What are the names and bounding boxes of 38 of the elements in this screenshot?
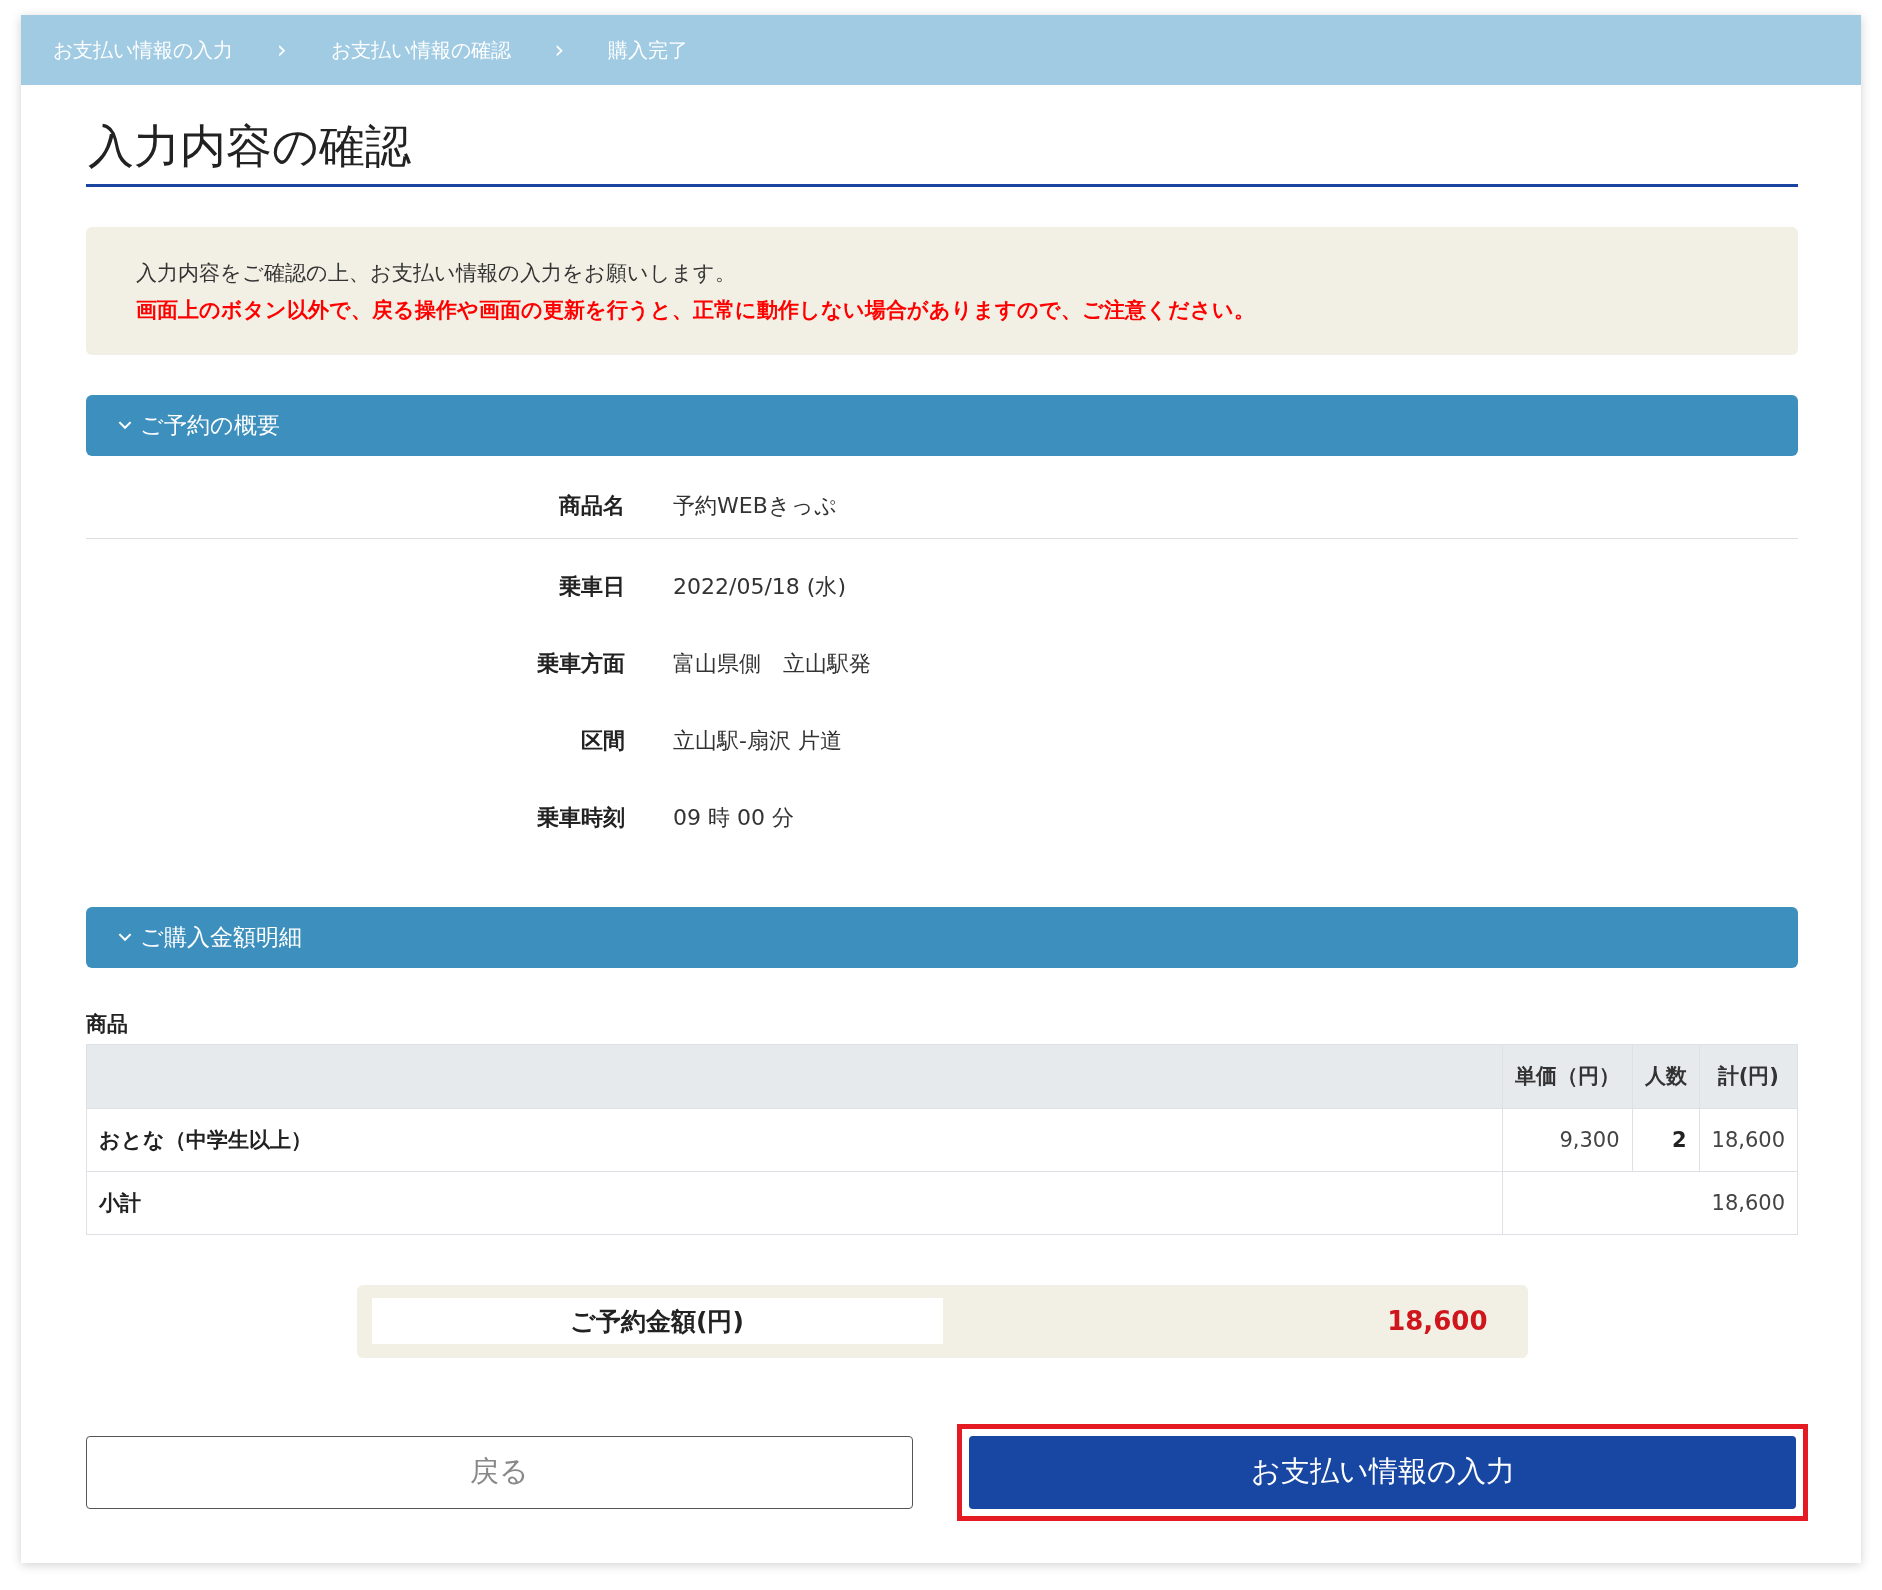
table-cell: 18,600 <box>1502 1171 1798 1235</box>
payment-button[interactable]: お支払い情報の入力 <box>969 1435 1796 1509</box>
section-header[interactable]: ご予約の概要 <box>86 394 1798 456</box>
chevron-icon <box>118 420 132 430</box>
table-cell: 小計 <box>86 1171 1502 1235</box>
section-title: ご購入金額明細 <box>140 922 302 952</box>
column-header: 人数 <box>1632 1044 1699 1109</box>
chevron-icon <box>118 932 132 942</box>
column-header: 計(円) <box>1699 1044 1798 1109</box>
field-value: 2022/05/18 (水) <box>673 573 846 602</box>
field-label: 乗車時刻 <box>536 804 625 833</box>
page-title: 入力内容の確認 <box>86 85 1798 187</box>
table-cell: 18,600 <box>1699 1108 1798 1172</box>
breadcrumb-step: 購入完了 <box>608 36 689 64</box>
breadcrumb-step: お支払い情報の入力 <box>53 36 233 64</box>
table-cell: おとな（中学生以上） <box>86 1108 1502 1172</box>
total-amount: 18,600 <box>1387 1306 1488 1337</box>
back-button[interactable]: 戻る <box>86 1435 913 1509</box>
field-value: 予約WEBきっぷ <box>673 491 837 520</box>
breadcrumb-separator: › <box>277 36 287 64</box>
notice-text: 入力内容をご確認の上、お支払い情報の入力をお願いします。 <box>136 259 737 287</box>
field-label: 商品名 <box>558 491 625 520</box>
section-title: ご予約の概要 <box>140 410 280 440</box>
table-cell: 2 <box>1632 1108 1699 1172</box>
breadcrumb-separator: › <box>554 36 565 64</box>
field-label: 乗車日 <box>558 573 625 602</box>
warning-text: 画面上のボタン以外で、戻る操作や画面の更新を行うと、正常に動作しない場合がありますので、ご注意ください。 <box>136 296 1256 324</box>
total-label: ご予約金額(円) <box>371 1298 943 1345</box>
table-cell: 9,300 <box>1502 1108 1632 1172</box>
field-value: 立山駅-扇沢 片道 <box>673 727 842 756</box>
field-label: 区間 <box>580 727 625 756</box>
field-value: 富山県側 立山駅発 <box>673 650 871 679</box>
breadcrumb-step: お支払い情報の確認 <box>330 36 511 64</box>
column-header: 単価（円） <box>1502 1044 1632 1109</box>
table-caption: 商品 <box>86 1010 129 1038</box>
section-header[interactable]: ご購入金額明細 <box>86 906 1798 968</box>
field-value: 09 時 00 分 <box>673 804 794 833</box>
field-label: 乗車方面 <box>536 650 625 679</box>
